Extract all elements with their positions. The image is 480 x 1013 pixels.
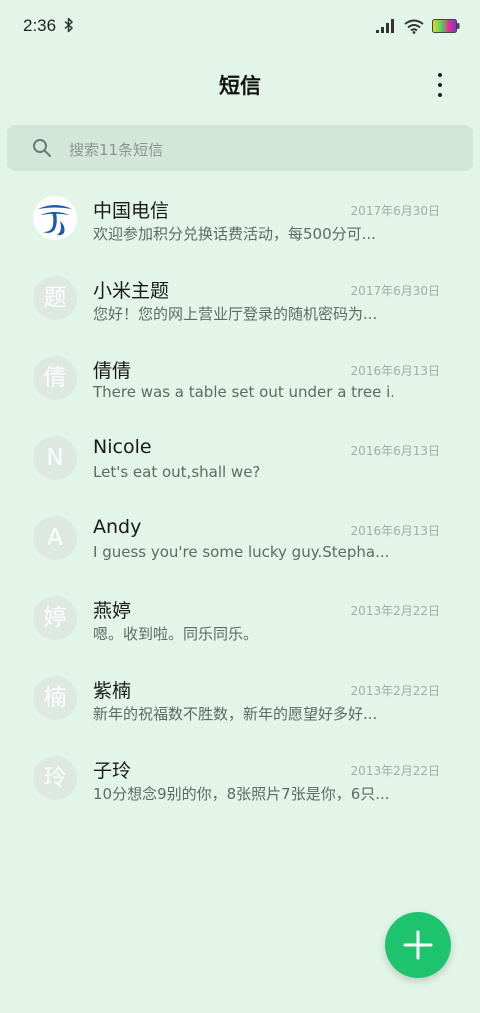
status-time: 2:36 (23, 16, 57, 35)
new-message-button[interactable] (385, 912, 451, 978)
conversation-preview: Let's eat out,shall we? (93, 463, 261, 481)
avatar: 楠 (33, 676, 77, 720)
conversation-name: 子玲 (93, 760, 132, 782)
conversation-preview: 新年的祝福数不胜数，新年的愿望好多好... (93, 705, 378, 723)
conversation-name: 小米主题 (93, 280, 170, 302)
conversation-preview: There was a table set out under a tree i… (93, 383, 393, 401)
conversation-preview: 嗯。收到啦。同乐同乐。 (93, 625, 259, 643)
app-header: 短信 (0, 62, 480, 106)
conversation-preview: 您好！您的网上营业厅登录的随机密码为... (93, 305, 378, 323)
conversation-date: 2013年2月22日 (350, 604, 440, 618)
conversation-preview: 10分想念9别的你，8张照片7张是你，6只... (93, 785, 390, 803)
avatar: 题 (33, 276, 77, 320)
avatar: 倩 (33, 356, 77, 400)
conversation-name: 紫楠 (93, 680, 132, 702)
conversation-date: 2016年6月13日 (350, 444, 440, 458)
page-title: 短信 (219, 74, 261, 98)
conversation-item[interactable]: 楠 紫楠 2013年2月22日 新年的祝福数不胜数，新年的愿望好多好... (0, 658, 480, 738)
conversation-name: Nicole (93, 436, 152, 458)
conversation-name: 中国电信 (93, 200, 170, 222)
search-placeholder: 搜索11条短信 (69, 141, 164, 159)
bluetooth-icon (64, 17, 73, 33)
conversation-item[interactable]: N Nicole 2016年6月13日 Let's eat out,shall … (0, 418, 480, 498)
conversation-item[interactable]: 婷 燕婷 2013年2月22日 嗯。收到啦。同乐同乐。 (0, 578, 480, 658)
conversation-item[interactable]: A Andy 2016年6月13日 I guess you're some lu… (0, 498, 480, 578)
signal-icon (376, 19, 394, 33)
status-bar: 2:36 (0, 0, 480, 52)
conversation-item[interactable]: 中国电信 2017年6月30日 欢迎参加积分兑换话费活动，每500分可... (0, 178, 480, 258)
plus-icon (403, 930, 433, 960)
conversation-date: 2016年6月13日 (350, 364, 440, 378)
search-input[interactable]: 搜索11条短信 (7, 125, 473, 171)
avatar: N (33, 436, 77, 480)
conversation-item[interactable]: 倩 倩倩 2016年6月13日 There was a table set ou… (0, 338, 480, 418)
china-telecom-logo-icon (33, 196, 77, 240)
avatar: 玲 (33, 756, 77, 800)
avatar: A (33, 516, 77, 560)
conversation-preview: 欢迎参加积分兑换话费活动，每500分可... (93, 225, 376, 243)
search-icon (33, 139, 51, 157)
conversation-date: 2017年6月30日 (350, 284, 440, 298)
conversation-preview: I guess you're some lucky guy.Stepha... (93, 543, 390, 561)
conversation-name: 燕婷 (93, 600, 132, 622)
conversation-list: 中国电信 2017年6月30日 欢迎参加积分兑换话费活动，每500分可... 题… (0, 178, 480, 818)
conversation-date: 2013年2月22日 (350, 764, 440, 778)
conversation-name: Andy (93, 516, 142, 538)
avatar: 婷 (33, 596, 77, 640)
status-icons (376, 16, 460, 36)
battery-icon (432, 19, 460, 33)
conversation-name: 倩倩 (93, 360, 132, 382)
wifi-icon (404, 19, 424, 34)
conversation-item[interactable]: 玲 子玲 2013年2月22日 10分想念9别的你，8张照片7张是你，6只... (0, 738, 480, 818)
more-vert-icon[interactable] (428, 70, 452, 100)
conversation-date: 2017年6月30日 (350, 204, 440, 218)
conversation-item[interactable]: 题 小米主题 2017年6月30日 您好！您的网上营业厅登录的随机密码为... (0, 258, 480, 338)
conversation-date: 2016年6月13日 (350, 524, 440, 538)
conversation-date: 2013年2月22日 (350, 684, 440, 698)
